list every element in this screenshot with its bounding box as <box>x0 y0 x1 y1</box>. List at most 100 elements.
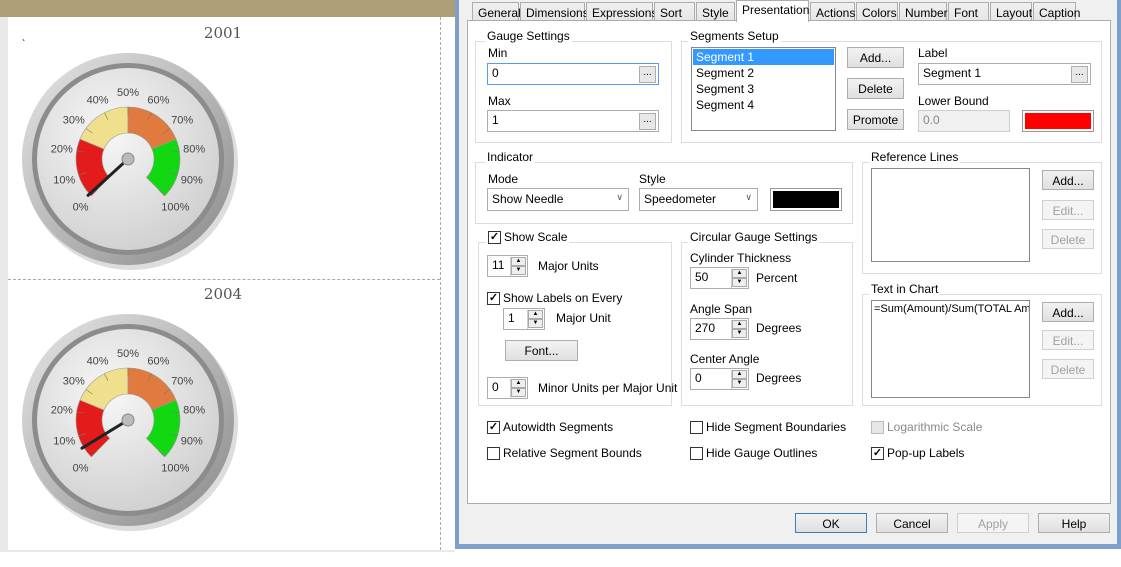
popup-labels-checkbox[interactable]: ✓ Pop-up Labels <box>871 446 964 460</box>
spin-down-icon[interactable]: ▼ <box>732 329 747 338</box>
center-angle-value: 0 <box>695 371 702 385</box>
chevron-down-icon: ∨ <box>745 192 752 202</box>
mode-value: Show Needle <box>492 192 564 206</box>
tab-actions[interactable]: Actions <box>810 2 855 22</box>
spin-down-icon[interactable]: ▼ <box>511 266 526 275</box>
tab-number[interactable]: Number <box>899 2 948 22</box>
segment-label-label: Label <box>918 46 948 60</box>
promote-segment-button[interactable]: Promote <box>847 109 904 130</box>
segments-list[interactable]: Segment 1 Segment 2 Segment 3 Segment 4 <box>691 47 836 131</box>
mode-select[interactable]: Show Needle ∨ <box>487 188 629 211</box>
segments-setup-title: Segments Setup <box>688 29 781 43</box>
indicator-color-swatch <box>773 191 839 208</box>
gauge-tick-label: 40% <box>87 355 109 367</box>
add-reference-line-button[interactable]: Add... <box>1042 170 1094 190</box>
tab-sort[interactable]: Sort <box>654 2 695 22</box>
min-input[interactable]: 0... <box>487 63 659 85</box>
segment-item[interactable]: Segment 3 <box>693 81 834 97</box>
cancel-button[interactable]: Cancel <box>876 513 948 533</box>
relative-segment-bounds-checkbox[interactable]: Relative Segment Bounds <box>487 446 642 460</box>
add-segment-button[interactable]: Add... <box>847 47 904 68</box>
minor-units-stepper[interactable]: 0 ▲ ▼ <box>487 377 528 399</box>
cylinder-thickness-value: 50 <box>695 270 709 284</box>
apply-button[interactable]: Apply <box>957 513 1029 533</box>
indicator-title: Indicator <box>485 150 536 164</box>
chart-title-2004: 2004 <box>203 285 243 303</box>
tab-caption[interactable]: Caption <box>1033 2 1080 22</box>
tab-font[interactable]: Font <box>948 2 989 22</box>
gauge-tick-label: 100% <box>161 462 189 474</box>
checkbox[interactable] <box>487 446 500 460</box>
delete-segment-button[interactable]: Delete <box>847 78 904 99</box>
style-select[interactable]: Speedometer ∨ <box>639 188 758 211</box>
show-labels-checkbox[interactable]: ✓ Show Labels on Every <box>487 291 622 305</box>
hide-gauge-outlines-checkbox[interactable]: Hide Gauge Outlines <box>690 446 817 460</box>
tab-style[interactable]: Style <box>696 2 735 22</box>
tab-general[interactable]: General <box>472 2 521 22</box>
spin-down-icon[interactable]: ▼ <box>528 319 543 328</box>
max-expression-button[interactable]: ... <box>639 113 656 130</box>
spin-down-icon[interactable]: ▼ <box>732 278 747 287</box>
spin-up-icon[interactable]: ▲ <box>732 269 747 278</box>
spin-up-icon[interactable]: ▲ <box>528 310 543 319</box>
tab-presentation[interactable]: Presentation <box>736 0 809 22</box>
edit-reference-line-button[interactable]: Edit... <box>1042 200 1094 220</box>
angle-span-label: Angle Span <box>690 302 753 316</box>
cylinder-thickness-stepper[interactable]: 50 ▲ ▼ <box>690 267 749 289</box>
min-expression-button[interactable]: ... <box>639 66 656 83</box>
delete-text-button[interactable]: Delete <box>1042 359 1094 379</box>
text-in-chart-list[interactable]: =Sum(Amount)/Sum(TOTAL Amount) <box>871 300 1030 398</box>
hide-segment-boundaries-checkbox[interactable]: Hide Segment Boundaries <box>690 420 846 434</box>
gauge-tick-label: 50% <box>117 348 139 360</box>
checkbox[interactable] <box>690 446 703 460</box>
gauge-tick-label: 60% <box>147 94 169 106</box>
segment-color-button[interactable] <box>1022 110 1094 132</box>
segment-item[interactable]: Segment 1 <box>693 49 834 65</box>
checkbox[interactable] <box>690 420 703 434</box>
tab-colors[interactable]: Colors <box>856 2 898 22</box>
add-text-button[interactable]: Add... <box>1042 302 1094 322</box>
checkbox[interactable] <box>871 420 884 434</box>
checkbox[interactable]: ✓ <box>487 291 500 305</box>
gauge-settings-title: Gauge Settings <box>485 29 572 43</box>
spin-down-icon[interactable]: ▼ <box>732 379 747 388</box>
segment-item[interactable]: Segment 4 <box>693 97 834 113</box>
hide-gauge-outlines-label: Hide Gauge Outlines <box>706 446 818 460</box>
tab-expressions[interactable]: Expressions <box>586 2 657 22</box>
indicator-color-button[interactable] <box>770 188 842 211</box>
tab-dimensions[interactable]: Dimensions <box>520 2 589 22</box>
gauge-chart-2001[interactable]: 0% 10% 20% 30%40% 50% 60%70% 80% 90% 100% <box>18 49 248 279</box>
segment-item[interactable]: Segment 2 <box>693 65 834 81</box>
lower-bound-input[interactable]: 0.0 <box>918 110 1010 132</box>
spin-up-icon[interactable]: ▲ <box>511 379 526 388</box>
spin-up-icon[interactable]: ▲ <box>732 370 747 379</box>
logarithmic-scale-checkbox[interactable]: Logarithmic Scale <box>871 420 982 434</box>
spin-up-icon[interactable]: ▲ <box>511 257 526 266</box>
segment-label-expression-button[interactable]: ... <box>1071 66 1088 83</box>
edit-text-button[interactable]: Edit... <box>1042 330 1094 350</box>
max-input[interactable]: 1... <box>487 110 659 132</box>
show-scale-checkbox[interactable]: ✓ Show Scale <box>486 230 570 244</box>
angle-span-stepper[interactable]: 270 ▲ ▼ <box>690 318 749 340</box>
segment-label-input[interactable]: Segment 1... <box>918 63 1091 85</box>
reference-lines-list[interactable] <box>871 168 1030 262</box>
font-button[interactable]: Font... <box>505 340 578 361</box>
gauge-chart-2004[interactable]: 0% 10% 20% 30%40% 50% 60%70% 80% 90% 100% <box>18 310 248 540</box>
delete-reference-line-button[interactable]: Delete <box>1042 229 1094 249</box>
checkbox[interactable]: ✓ <box>488 230 501 244</box>
gauge-needle-hub <box>121 152 135 166</box>
ok-button[interactable]: OK <box>795 513 867 533</box>
autowidth-segments-checkbox[interactable]: ✓ Autowidth Segments <box>487 420 613 434</box>
tab-layout[interactable]: Layout <box>990 2 1032 22</box>
spin-up-icon[interactable]: ▲ <box>732 320 747 329</box>
spin-down-icon[interactable]: ▼ <box>511 388 526 397</box>
center-angle-stepper[interactable]: 0 ▲ ▼ <box>690 368 749 390</box>
segment-color-swatch <box>1025 113 1091 129</box>
help-button[interactable]: Help <box>1038 513 1110 533</box>
checkbox[interactable]: ✓ <box>871 446 884 460</box>
divider-horizontal <box>8 279 440 280</box>
checkbox[interactable]: ✓ <box>487 420 500 434</box>
major-unit-stepper[interactable]: 1 ▲ ▼ <box>503 308 545 330</box>
major-units-stepper[interactable]: 11 ▲ ▼ <box>487 255 528 277</box>
cursor-mark: ˎ <box>22 30 26 42</box>
